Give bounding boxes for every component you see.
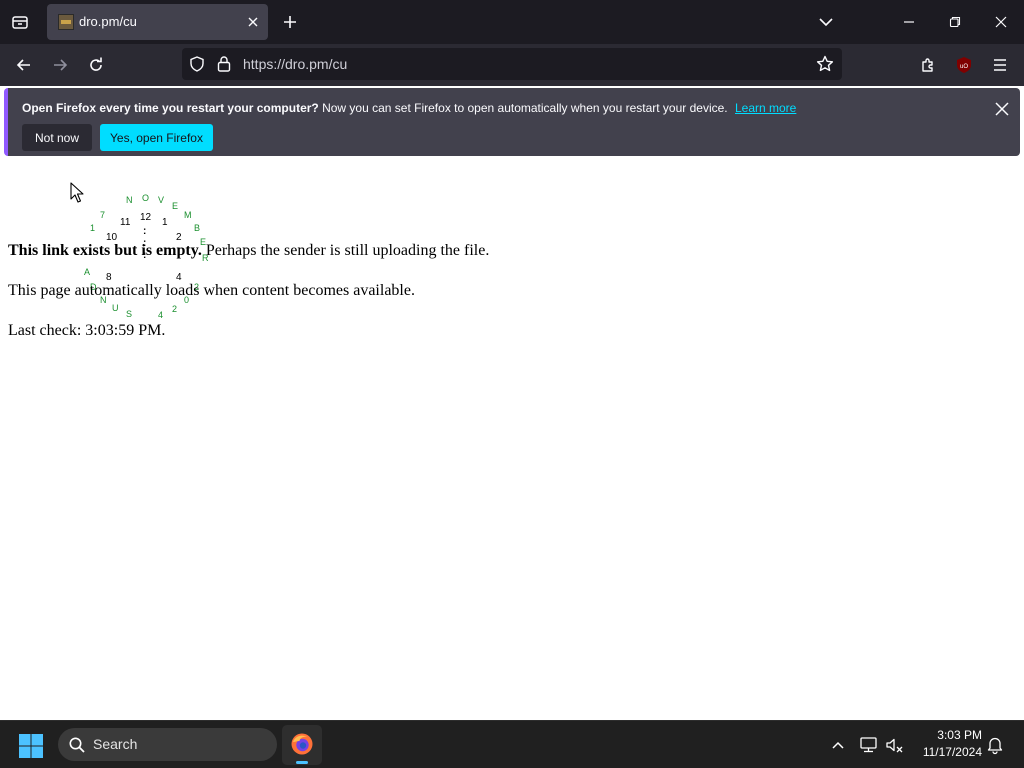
tab-close-button[interactable] — [243, 12, 263, 32]
window-restore-button[interactable] — [941, 8, 969, 36]
clock-ring-letter: V — [158, 195, 165, 205]
forward-icon — [54, 59, 68, 71]
chevron-up-icon — [832, 741, 844, 749]
clock-ring-letter: 4 — [158, 310, 164, 320]
mouse-cursor — [70, 182, 84, 209]
clock-number: 1 — [162, 217, 168, 228]
clock-ring-letter: E — [172, 201, 179, 211]
clock-ring-letter: B — [194, 223, 201, 233]
clock-ring-letter: O — [142, 193, 150, 203]
notification-message: Open Firefox every time you restart your… — [22, 101, 796, 115]
network-icon — [860, 737, 877, 753]
windows-icon — [19, 734, 43, 758]
active-app-indicator — [296, 761, 308, 764]
volume-button[interactable] — [885, 733, 907, 757]
notification-body: Now you can set Firefox to open automati… — [322, 101, 728, 115]
extensions-icon — [922, 58, 933, 72]
taskbar-search[interactable]: Search — [58, 728, 277, 761]
close-icon — [995, 16, 1007, 28]
svg-text:uO: uO — [960, 64, 968, 70]
list-all-tabs-button[interactable] — [814, 10, 838, 34]
lock-icon[interactable] — [216, 55, 232, 78]
taskbar-date[interactable]: 11/17/2024 — [912, 745, 982, 759]
plus-icon — [284, 16, 296, 28]
forward-button[interactable] — [46, 51, 74, 79]
window-close-button[interactable] — [987, 8, 1015, 36]
notification-close-button[interactable] — [990, 97, 1014, 121]
learn-more-link[interactable]: Learn more — [735, 101, 796, 115]
network-button[interactable] — [859, 733, 881, 757]
new-tab-button[interactable] — [279, 10, 301, 34]
clock-ring-letter: S — [126, 309, 133, 319]
clock-number: 12 — [140, 212, 152, 223]
minimize-icon — [904, 21, 914, 23]
bell-icon — [987, 737, 1003, 755]
show-hidden-icons-button[interactable] — [828, 733, 848, 757]
search-label: Search — [93, 736, 138, 752]
browser-tab[interactable]: dro.pm/cu — [47, 4, 268, 40]
empty-link-notice: This link exists but is empty. — [8, 242, 202, 259]
volume-icon — [886, 738, 903, 753]
restore-icon — [949, 16, 961, 28]
ublock-button[interactable]: uO — [950, 51, 978, 79]
firefox-taskbar-button[interactable] — [282, 725, 322, 765]
not-now-button[interactable]: Not now — [22, 124, 92, 151]
close-icon — [248, 17, 258, 27]
clock-ring-letter: U — [112, 303, 119, 313]
app-menu-button[interactable] — [986, 51, 1014, 79]
title-bar: dro.pm/cu — [0, 0, 1024, 44]
uploading-notice: Perhaps the sender is still uploading th… — [201, 242, 490, 259]
autoload-notice: This page automatically loads when conte… — [8, 282, 415, 299]
shield-icon[interactable] — [188, 55, 206, 78]
start-button[interactable] — [18, 733, 44, 759]
clock-ring-letter: 7 — [100, 210, 106, 220]
back-button[interactable] — [10, 51, 38, 79]
menu-icon — [994, 59, 1006, 71]
clock-colon: : — [143, 226, 147, 237]
tab-title: dro.pm/cu — [79, 14, 137, 29]
url-text[interactable]: https://dro.pm/cu — [243, 56, 347, 72]
status-message: This link exists but is empty. Perhaps t… — [8, 242, 489, 260]
reload-icon — [90, 57, 102, 71]
extensions-button[interactable] — [914, 51, 942, 79]
reload-button[interactable] — [82, 51, 110, 79]
yes-open-firefox-button[interactable]: Yes, open Firefox — [100, 124, 213, 151]
clock-ring-letter: 1 — [90, 223, 96, 233]
tab-list-icon — [12, 16, 28, 29]
ublock-icon: uO — [957, 57, 971, 73]
taskbar-time[interactable]: 3:03 PM — [918, 728, 982, 742]
startup-notification: Open Firefox every time you restart your… — [4, 88, 1020, 156]
star-icon[interactable] — [816, 55, 834, 78]
firefox-icon — [291, 733, 313, 755]
chevron-down-icon — [819, 18, 833, 27]
taskbar: Search 3:03 PM 11/17/2024 — [0, 720, 1024, 768]
navigation-toolbar: https://dro.pm/cu uO — [0, 44, 1024, 86]
clock-ring-letter: 2 — [172, 304, 178, 314]
close-icon — [995, 102, 1009, 116]
last-check-text: Last check: 3:03:59 PM. — [8, 322, 166, 339]
search-icon — [69, 737, 85, 753]
tab-list-button[interactable] — [6, 7, 34, 37]
site-favicon — [58, 14, 74, 30]
notification-title: Open Firefox every time you restart your… — [22, 101, 319, 115]
clock-number: 11 — [120, 217, 131, 228]
clock-ring-letter: N — [126, 195, 133, 205]
window-minimize-button[interactable] — [895, 8, 923, 36]
url-bar[interactable]: https://dro.pm/cu — [182, 48, 842, 80]
back-icon — [16, 59, 30, 71]
clock-ring-letter: A — [84, 267, 91, 277]
clock-ring-letter: M — [184, 210, 192, 220]
notifications-button[interactable] — [986, 733, 1008, 757]
